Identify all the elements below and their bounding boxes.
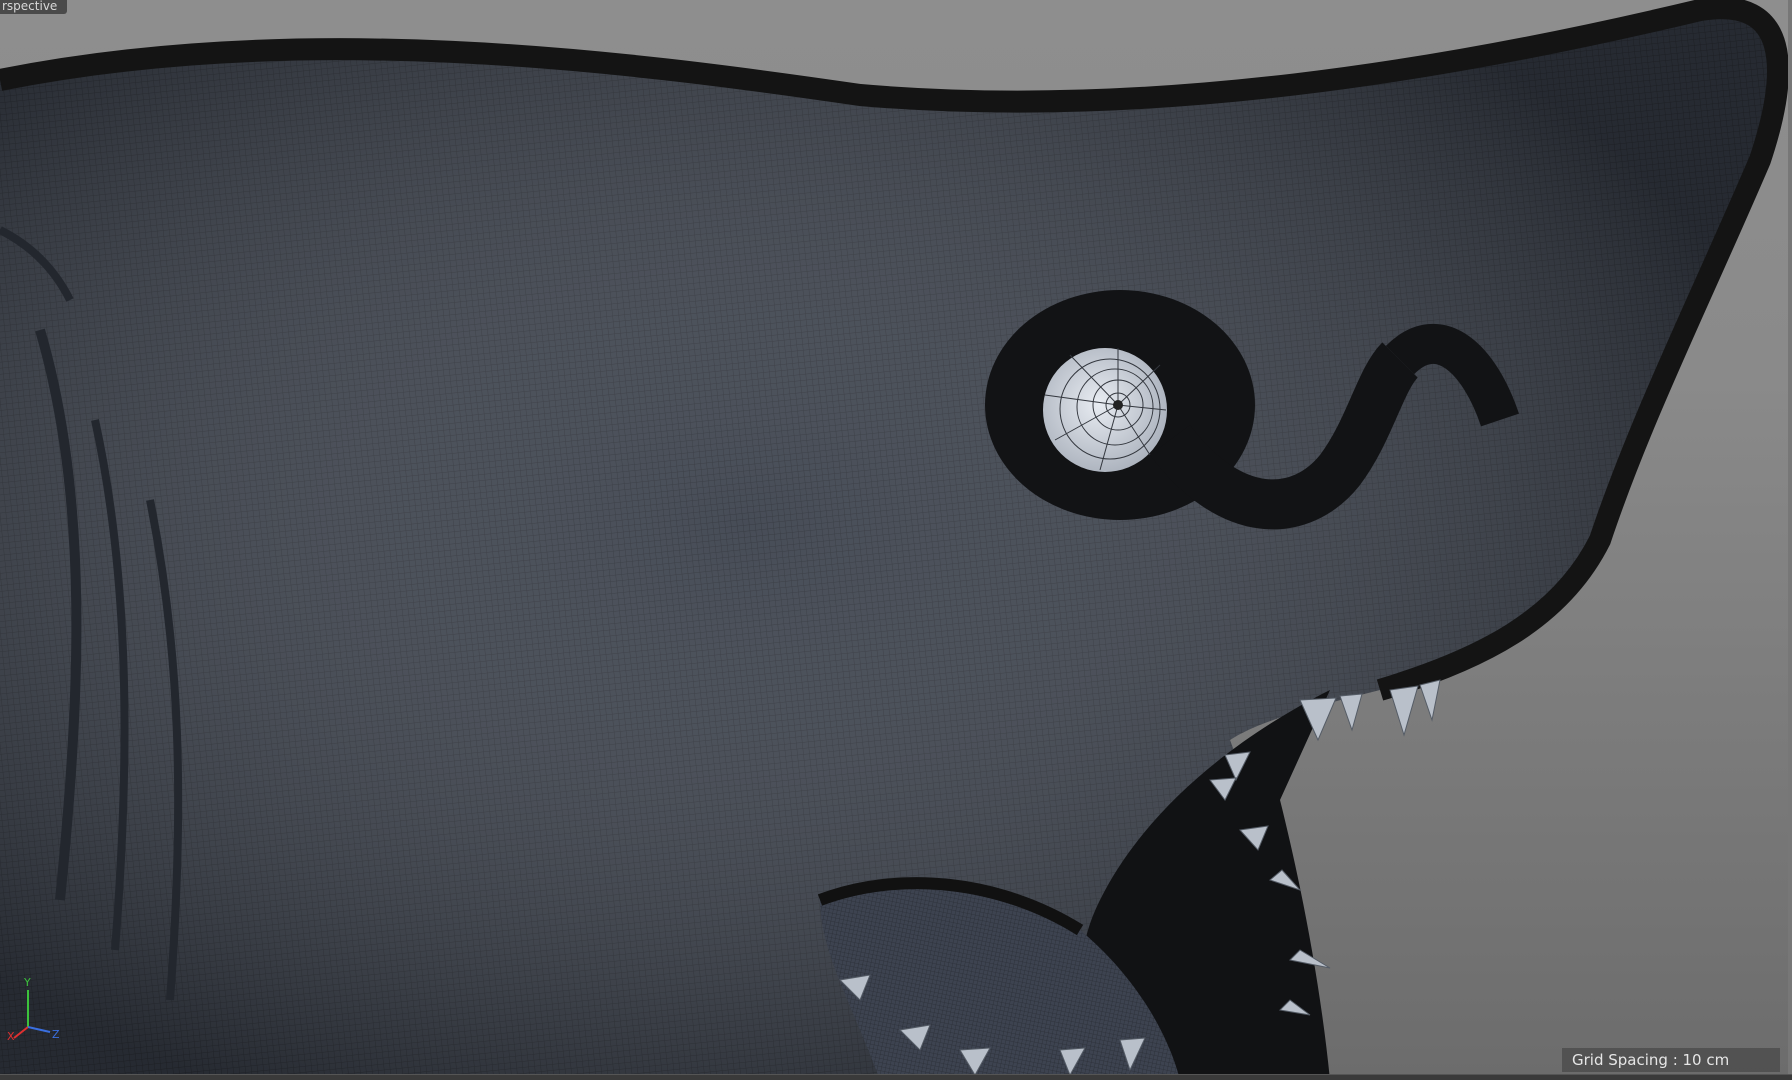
viewport-right-border (1788, 0, 1792, 1080)
z-axis-label: Z (52, 1028, 60, 1041)
axis-gizmo: Y X Z (7, 976, 60, 1042)
viewport-canvas[interactable] (0, 0, 1792, 1080)
x-axis-label: X (7, 1030, 15, 1042)
grid-spacing-readout: Grid Spacing : 10 cm (1562, 1048, 1780, 1072)
x-axis-line (13, 1026, 29, 1039)
3d-viewport[interactable]: rspective Y X Z Grid Spacing : 10 cm (0, 0, 1792, 1080)
y-axis-label: Y (23, 976, 31, 989)
view-label[interactable]: rspective (0, 0, 68, 14)
z-axis-line (27, 1026, 51, 1033)
viewport-bottom-border (0, 1074, 1792, 1080)
